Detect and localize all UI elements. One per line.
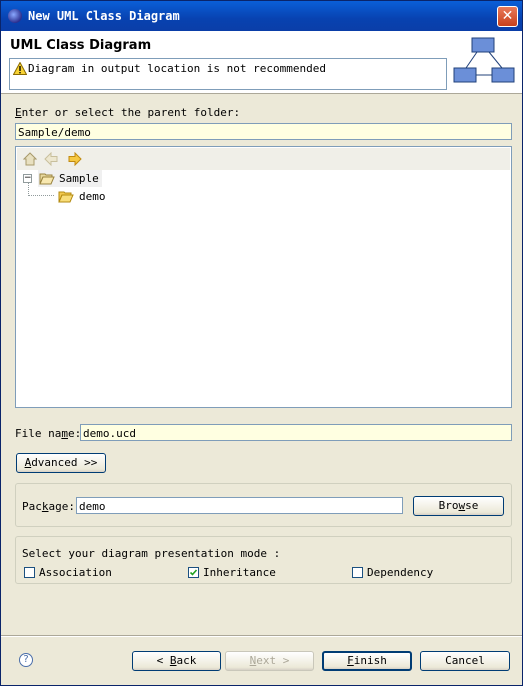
wizard-header: UML Class Diagram Diagram in output loca… [1,31,522,94]
back-button[interactable]: < Back [132,651,221,671]
package-input[interactable]: demo [76,497,403,514]
advanced-button[interactable]: Advanced >> [16,453,106,473]
presentation-mode-label: Select your diagram presentation mode : [22,547,281,560]
association-checkbox[interactable] [24,567,35,578]
next-button[interactable]: Next > [225,651,314,671]
folder-icon [58,191,74,203]
dialog-window: New UML Class Diagram ✕ UML Class Diagra… [0,0,523,686]
folder-input[interactable]: Sample/demo [15,123,512,140]
package-group: Package: demo Browse [15,483,512,527]
finish-button[interactable]: Finish [322,651,412,671]
browse-button[interactable]: Browse [413,496,504,516]
window-title: New UML Class Diagram [28,9,180,23]
eclipse-icon [8,9,22,23]
open-folder-icon [39,173,55,185]
folder-tree[interactable]: − Sample demo [15,146,512,408]
help-icon[interactable]: ? [19,653,33,667]
close-button[interactable]: ✕ [497,6,518,27]
tree-item-sample[interactable]: Sample [38,170,102,187]
tree-item-label: Sample [59,172,99,185]
tree-line [28,195,54,197]
tree-item-label: demo [79,190,106,203]
folder-label: Enter or select the parent folder: [15,106,241,119]
association-label[interactable]: Association [39,566,112,579]
class-diagram-banner-icon [453,37,515,83]
tree-item-demo[interactable]: demo [56,188,106,205]
forward-arrow-icon[interactable] [68,152,82,166]
back-arrow-icon[interactable] [44,152,58,166]
presentation-mode-group: Select your diagram presentation mode : … [15,536,512,584]
package-label: Package: [22,500,75,513]
title-bar[interactable]: New UML Class Diagram ✕ [1,1,522,31]
file-name-label: File name: [15,427,82,440]
inheritance-label[interactable]: Inheritance [203,566,276,579]
tree-toolbar [17,148,510,170]
dependency-checkbox[interactable] [352,567,363,578]
tree-expander[interactable]: − [23,174,32,183]
message-area: Diagram in output location is not recomm… [9,58,447,90]
warning-message: Diagram in output location is not recomm… [28,62,327,75]
cancel-button[interactable]: Cancel [420,651,510,671]
home-icon[interactable] [23,152,37,166]
warning-icon [13,62,27,75]
footer-separator [1,635,522,637]
dependency-label[interactable]: Dependency [367,566,433,579]
checkmark-icon [189,569,198,576]
file-name-input[interactable]: demo.ucd [80,424,512,441]
page-title: UML Class Diagram [10,38,152,53]
inheritance-checkbox[interactable] [188,567,199,578]
